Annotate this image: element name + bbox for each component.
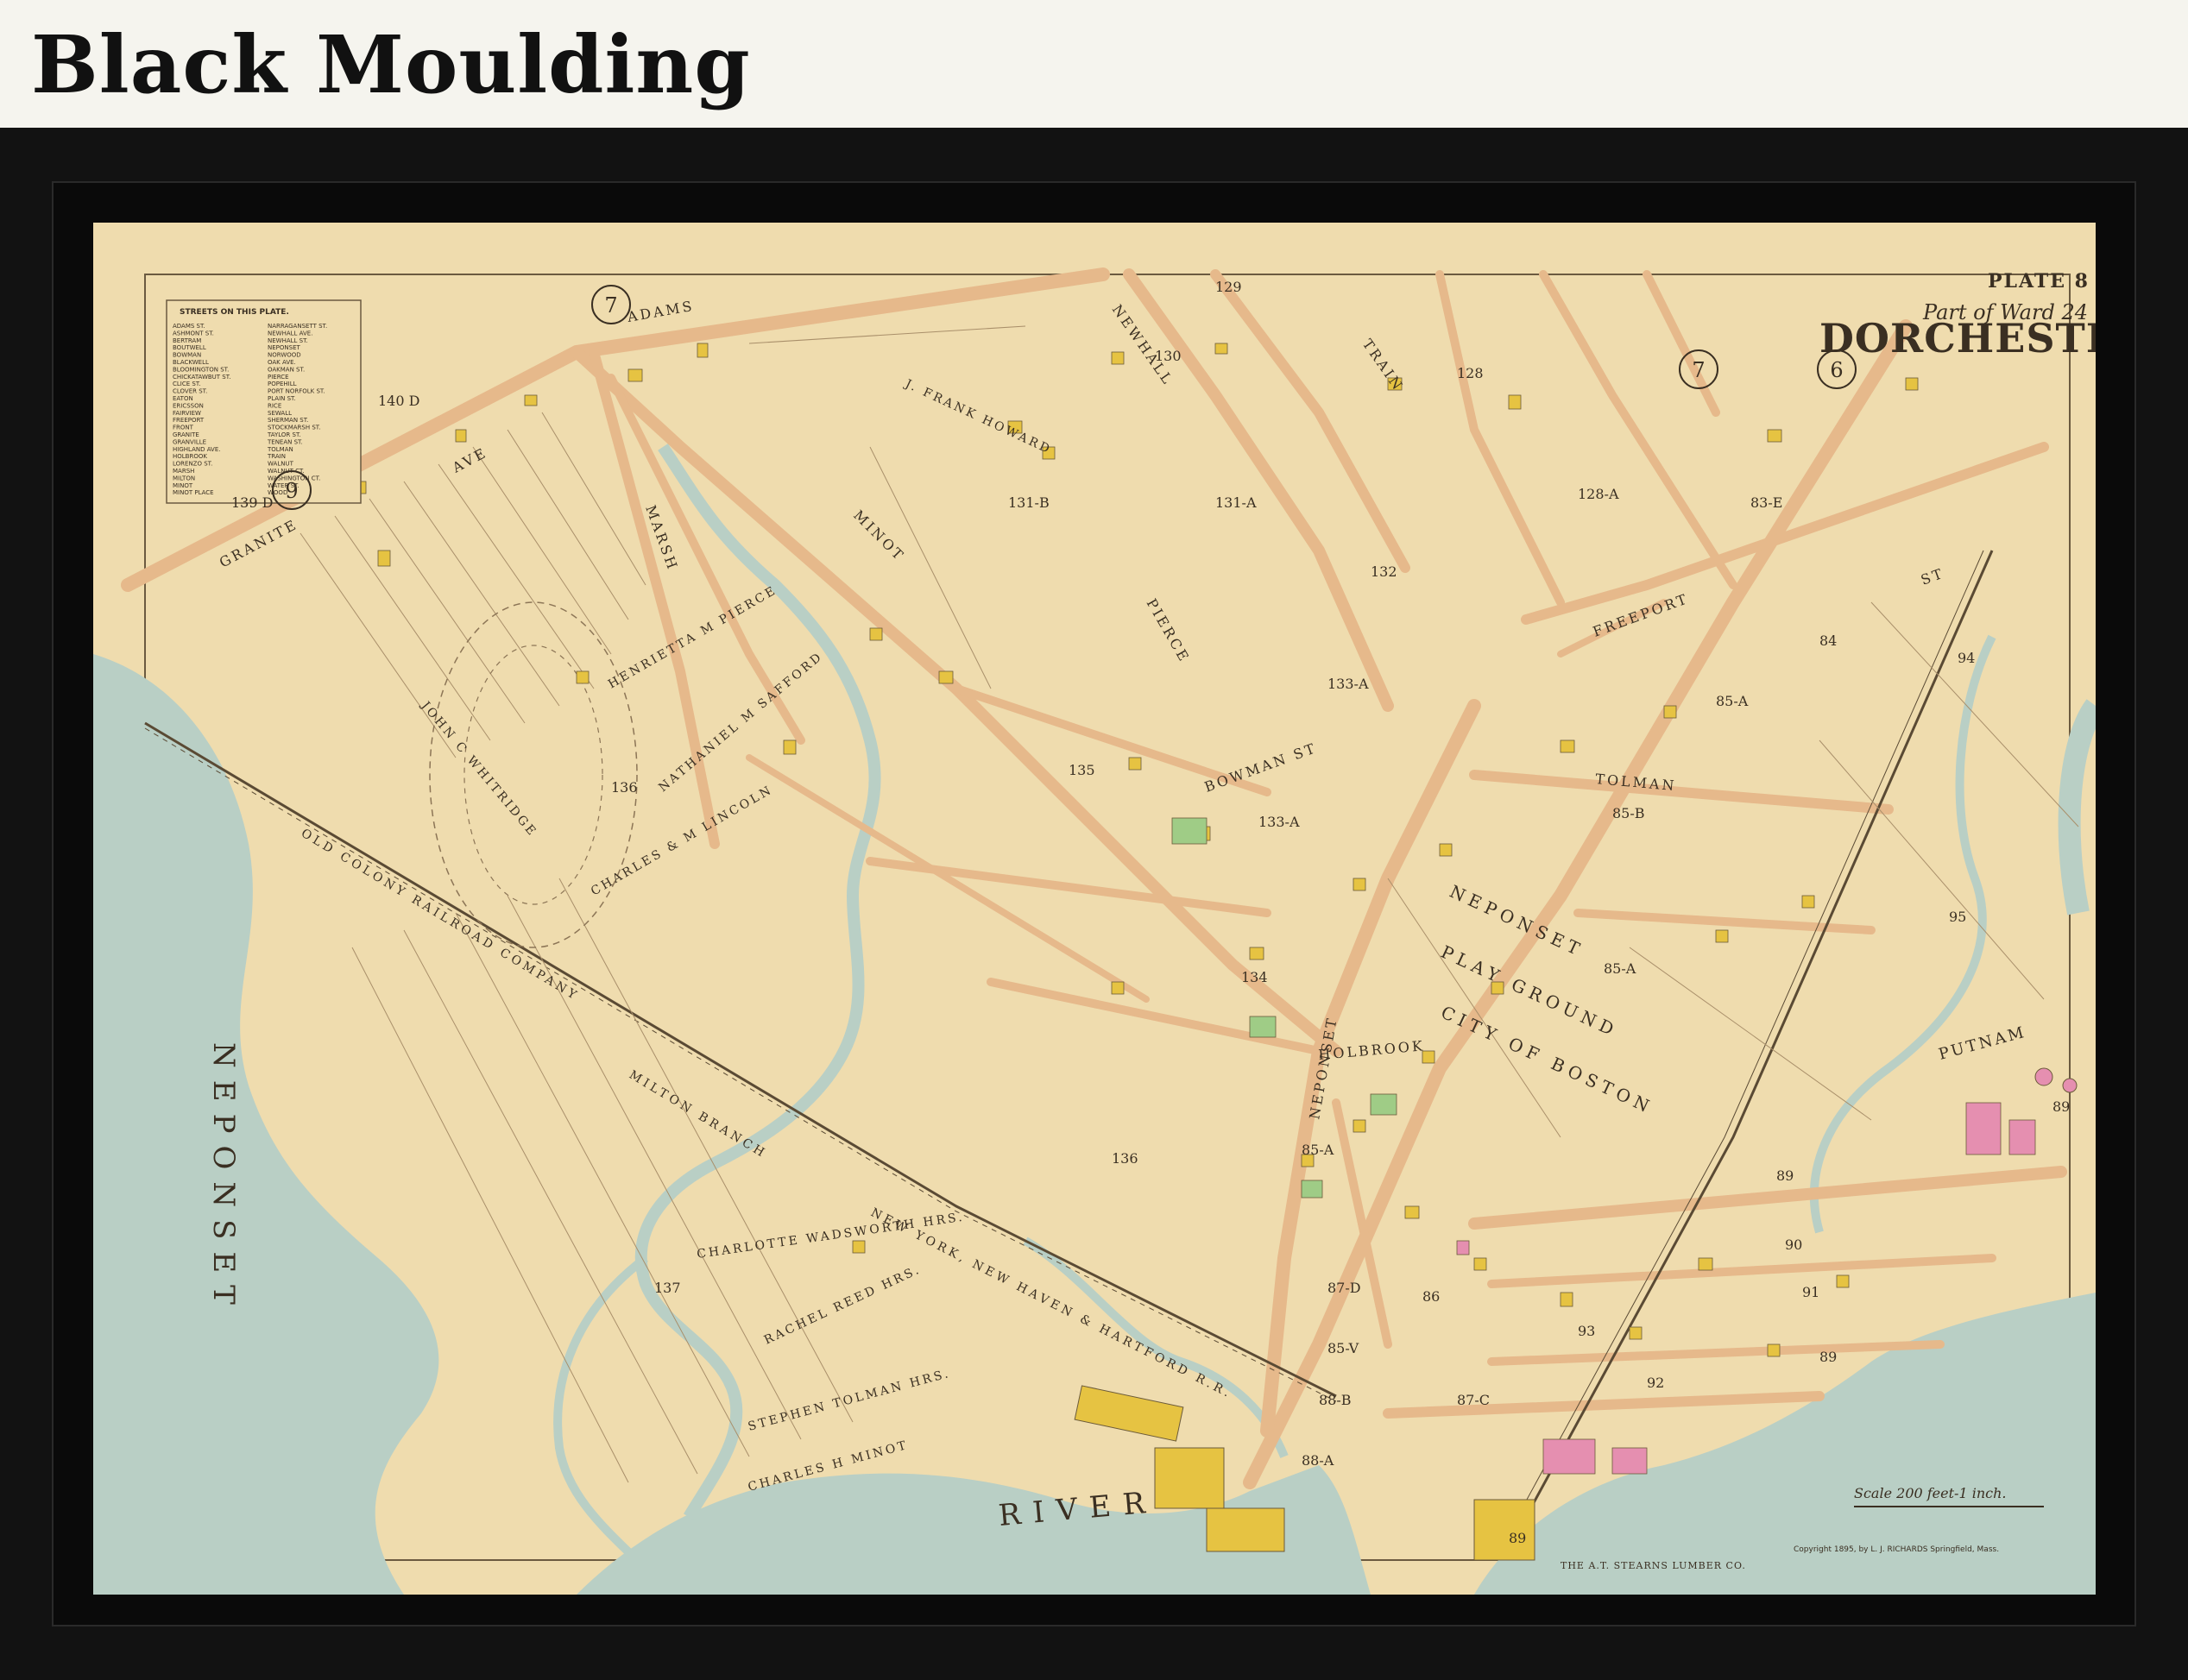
- lot-label: 134: [1241, 969, 1268, 985]
- street-list-item: MARSH: [173, 468, 194, 475]
- page-title: Black Moulding: [31, 18, 751, 111]
- lot-label: 94: [1958, 650, 1975, 666]
- lot-label: 132: [1371, 563, 1397, 580]
- ward-circle-7b: 7: [1692, 358, 1705, 382]
- street-list-item: RICE: [268, 402, 281, 409]
- lot-label: 89: [2052, 1098, 2070, 1115]
- lot-label: 85-B: [1612, 805, 1645, 821]
- lot-label: 86: [1422, 1288, 1440, 1305]
- lot-label: 129: [1215, 279, 1242, 295]
- river-label-neponset: NEPONSET: [206, 1042, 241, 1317]
- street-list-item: OAKMAN ST.: [268, 366, 305, 373]
- lot-label: 128: [1457, 365, 1484, 381]
- lot-label: 139 D: [231, 494, 273, 511]
- lot-label: 137: [654, 1280, 681, 1296]
- map-canvas: STREETS ON THIS PLATE. ADAMS ST.ASHMONT …: [93, 223, 2096, 1595]
- street-list-item: TRAIN: [267, 453, 286, 460]
- street-list-item: BLACKWELL: [173, 359, 209, 366]
- lot-label: 85-A: [1716, 693, 1749, 709]
- street-list-item: TOLMAN: [267, 446, 293, 453]
- street-list-item: TENEAN ST.: [267, 438, 303, 445]
- owner-label: THE A.T. STEARNS LUMBER CO.: [1561, 1560, 1746, 1571]
- street-list-item: OAK AVE.: [268, 359, 296, 366]
- street-list-item: NEWHALL ST.: [268, 337, 308, 344]
- lot-label: 85-A: [1302, 1142, 1334, 1158]
- lot-label: 89: [1509, 1530, 1526, 1546]
- street-list-item: NEWHALL AVE.: [268, 330, 312, 337]
- lot-label: 133-A: [1327, 676, 1369, 692]
- street-list-item: PIERCE: [268, 374, 289, 381]
- lot-label: 90: [1785, 1236, 1802, 1253]
- ward-circle-7: 7: [604, 293, 617, 318]
- lot-label: 131-A: [1215, 494, 1257, 511]
- street-list-item: EATON: [173, 395, 193, 402]
- street-list-item: ERICSSON: [173, 402, 204, 409]
- lot-label: 128-A: [1578, 486, 1619, 502]
- street-list-item: ASHMONT ST.: [173, 330, 214, 337]
- lot-label: 88-A: [1302, 1452, 1334, 1469]
- lot-label: 88-B: [1319, 1392, 1352, 1408]
- street-list-item: MILTON: [173, 475, 195, 481]
- lot-label: 136: [611, 779, 638, 796]
- lot-label: 92: [1647, 1375, 1664, 1391]
- lot-label: 89: [1776, 1167, 1794, 1184]
- street-list-item: WALNUT: [268, 461, 294, 468]
- lot-label: 85-V: [1327, 1340, 1359, 1356]
- lot-label: 83-E: [1750, 494, 1782, 511]
- street-list-item: POPEHILL: [268, 381, 297, 387]
- street-list-item: NORWOOD: [268, 352, 301, 359]
- lumber-yard-building: [1154, 1447, 1225, 1509]
- street-list-item: FAIRVIEW: [173, 410, 201, 417]
- lot-label: 95: [1949, 909, 1966, 925]
- street-list-item: LORENZO ST.: [173, 461, 212, 468]
- lot-label: 136: [1112, 1150, 1138, 1167]
- plate-number: PLATE 8: [1988, 270, 2090, 293]
- lot-label: 87-C: [1457, 1392, 1490, 1408]
- street-list-item: NARRAGANSETT ST.: [268, 323, 327, 330]
- lot-label: 91: [1802, 1284, 1819, 1300]
- street-list-item: SEWALL: [268, 410, 292, 417]
- page-header: Black Moulding: [0, 0, 2188, 128]
- dorchester-map: STREETS ON THIS PLATE. ADAMS ST. ASHMONT …: [93, 223, 2096, 1595]
- lot-label: 87-D: [1327, 1280, 1361, 1296]
- street-list-item: BLOOMINGTON ST.: [173, 366, 229, 373]
- street-list-item: NEPONSET: [268, 344, 300, 351]
- street-list-item: CHICKATAWBUT ST.: [173, 374, 230, 381]
- ward-circle-6: 6: [1830, 358, 1843, 382]
- lot-label: 84: [1819, 632, 1837, 649]
- street-list-item: GRANITE: [173, 431, 199, 438]
- scale-label: Scale 200 feet-1 inch.: [1854, 1485, 2007, 1501]
- street-list-item: FRONT: [173, 425, 194, 431]
- street-list-item: CLICE ST.: [173, 381, 201, 387]
- street-list-item: GRANVILLE: [173, 438, 206, 445]
- town-title: DORCHESTER: [1819, 315, 2096, 362]
- street-list-item: SHERMAN ST.: [268, 417, 308, 424]
- lot-label: 131-B: [1008, 494, 1050, 511]
- street-list-item: ADAMS ST.: [173, 323, 205, 330]
- street-list-item: MINOT: [173, 482, 193, 489]
- lot-label: 85-A: [1604, 960, 1636, 977]
- street-list-item: BOUTWELL: [173, 344, 206, 351]
- street-list-item: STOCKMARSH ST.: [268, 425, 320, 431]
- lot-label: 140 D: [378, 393, 419, 409]
- street-list-item: CLOVER ST.: [173, 388, 207, 395]
- lot-label: 93: [1578, 1323, 1595, 1339]
- street-list-heading: STREETS ON THIS PLATE.: [180, 308, 289, 317]
- lot-label: 133-A: [1258, 814, 1300, 830]
- street-list-item: BOWMAN: [173, 352, 201, 359]
- street-list-item: HOLBROOK: [173, 453, 207, 460]
- street-list-item: PLAIN ST.: [268, 395, 296, 402]
- street-list-item: MINOT PLACE: [173, 489, 214, 496]
- street-list-item: TAYLOR ST.: [267, 431, 301, 438]
- copyright-label: Copyright 1895, by L. J. RICHARDS Spring…: [1794, 1545, 1999, 1554]
- lot-label: 135: [1069, 762, 1095, 778]
- street-list-item: FREEPORT: [173, 417, 205, 424]
- street-list-item: PORT NORFOLK ST.: [268, 388, 325, 395]
- lot-label: 89: [1819, 1349, 1837, 1365]
- street-list-item: BERTRAM: [173, 337, 201, 344]
- ward-circle-9: 9: [285, 479, 298, 503]
- street-list-item: HIGHLAND AVE.: [173, 446, 221, 453]
